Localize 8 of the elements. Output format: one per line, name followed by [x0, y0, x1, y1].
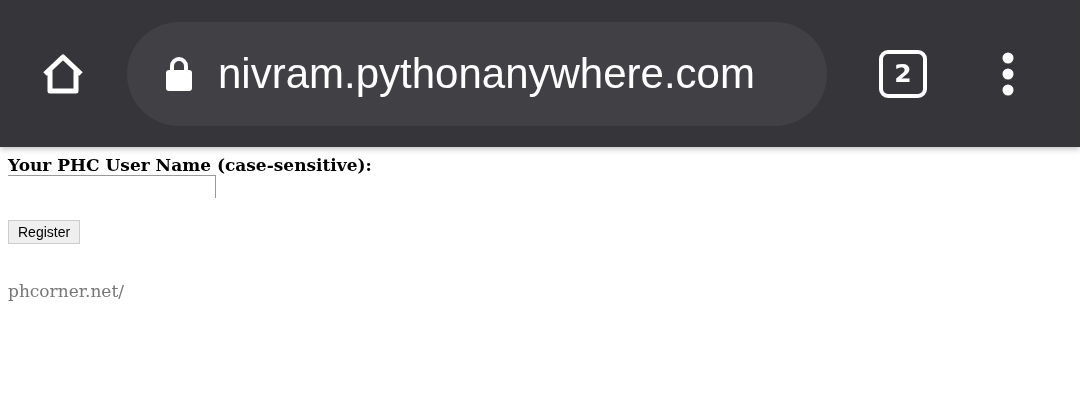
- tab-count-button[interactable]: 2: [879, 49, 927, 98]
- user-name-label: Your PHC User Name (case-sensitive):: [8, 155, 372, 175]
- menu-icon[interactable]: [1002, 51, 1014, 96]
- lock-icon: [165, 55, 193, 92]
- register-button[interactable]: Register: [8, 220, 81, 244]
- address-bar[interactable]: nivram.pythonanywhere.com: [127, 21, 827, 126]
- url-text: nivram.pythonanywhere.com: [218, 49, 755, 98]
- footer-text: phcorner.net/: [8, 281, 124, 301]
